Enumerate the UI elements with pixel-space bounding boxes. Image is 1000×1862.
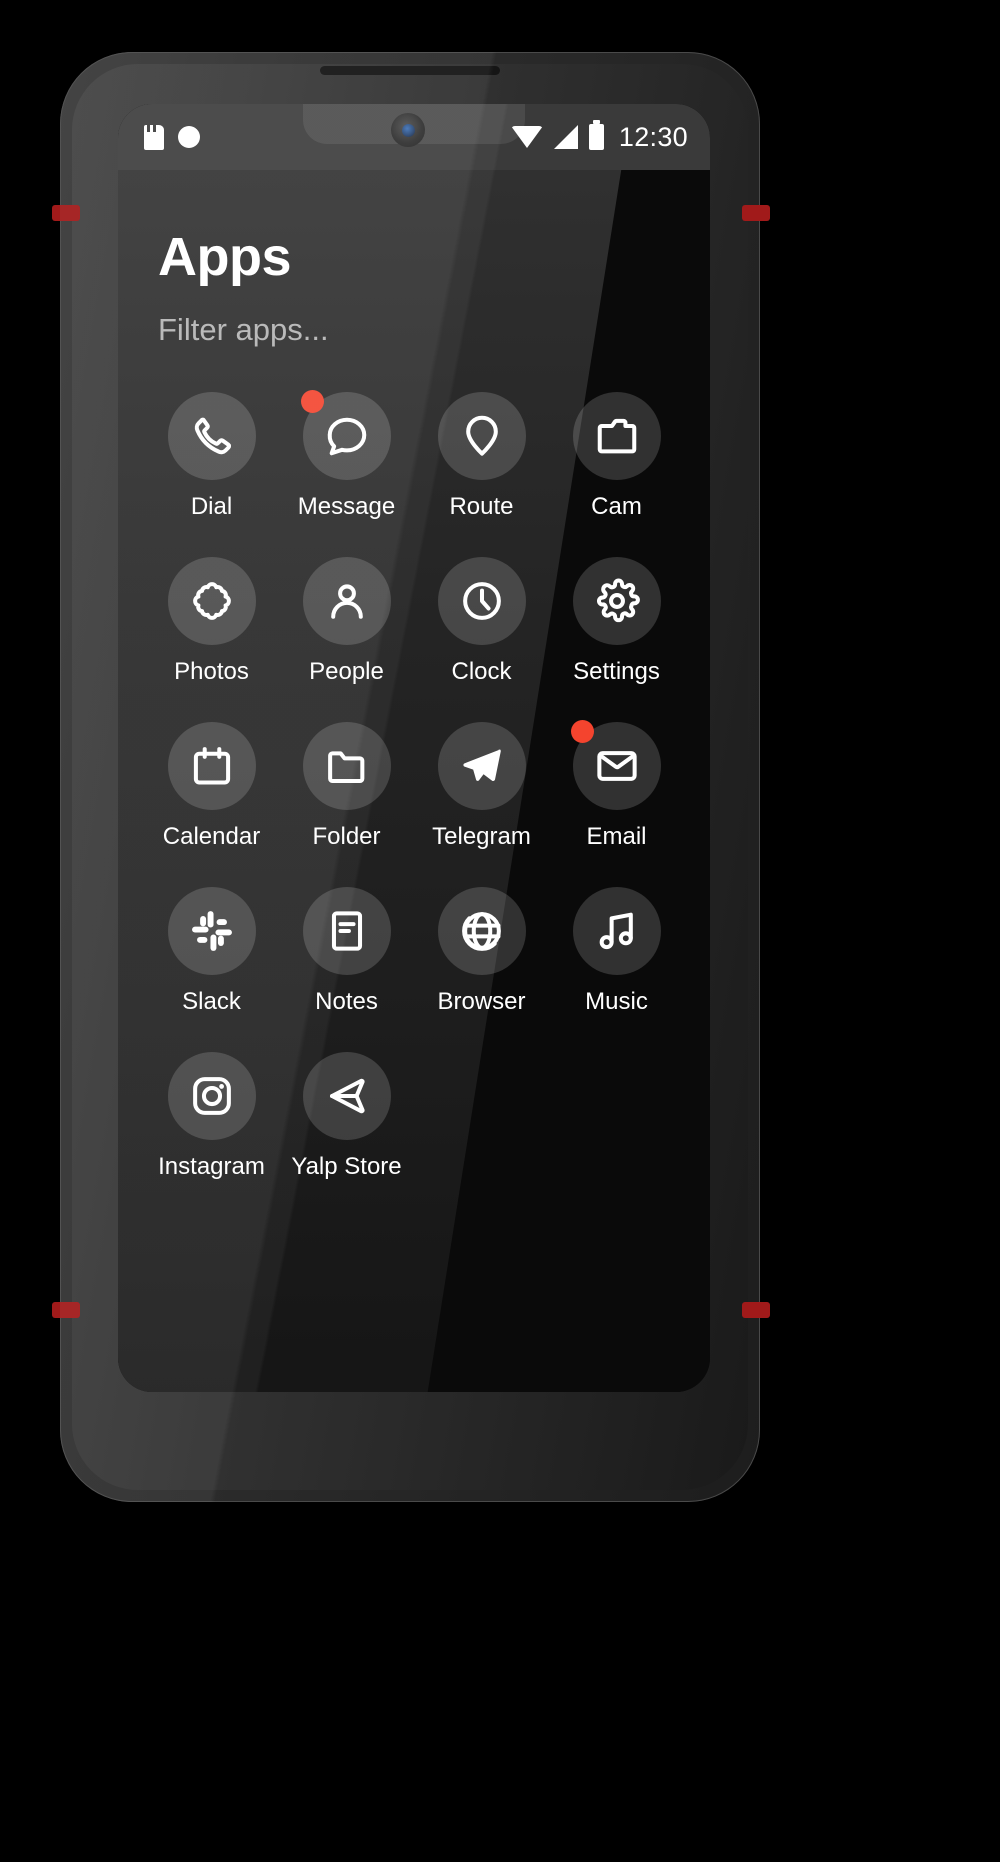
app-tile-photos[interactable]: Photos: [144, 557, 279, 686]
app-icon-wrapper: [167, 887, 256, 975]
side-accent-bottom-left: [52, 1302, 80, 1318]
app-label: Email: [586, 823, 647, 850]
side-accent-top-right: [742, 205, 770, 221]
instagram-icon: [167, 1052, 256, 1140]
play-store-icon: [302, 1052, 391, 1140]
app-label: Slack: [182, 988, 241, 1015]
camera-icon: [572, 392, 661, 480]
gear-icon: [572, 557, 661, 645]
app-icon-wrapper: [437, 722, 526, 810]
wifi-icon: [510, 126, 543, 148]
music-note-icon: [572, 887, 661, 975]
app-label: Message: [297, 493, 396, 520]
app-tile-browser[interactable]: Browser: [414, 887, 549, 1016]
app-label: Instagram: [158, 1153, 265, 1180]
folder-icon: [302, 722, 391, 810]
screenshot-stage: 12:30 Apps Dial Message Route Cam Photos Peop…: [0, 0, 1000, 1862]
phone-screen: 12:30 Apps Dial Message Route Cam Photos Peop…: [118, 104, 710, 1392]
app-tile-notes[interactable]: Notes: [279, 887, 414, 1016]
app-label: Clock: [451, 658, 512, 685]
slack-icon: [167, 887, 256, 975]
app-icon-wrapper: [300, 390, 391, 480]
status-bar-clock: 12:30: [618, 121, 688, 152]
app-label: Browser: [437, 988, 526, 1015]
status-bar-right-icons: 12:30: [510, 120, 688, 153]
app-icon-wrapper: [302, 557, 391, 645]
app-icon-wrapper: [167, 392, 256, 480]
app-icon-wrapper: [302, 1052, 391, 1140]
side-accent-bottom-right: [742, 1302, 770, 1318]
app-icon-wrapper: [167, 557, 256, 645]
flower-icon: [167, 557, 256, 645]
app-drawer: Apps Dial Message Route Cam Photos People Cloc…: [118, 170, 710, 1392]
app-icon-wrapper: [437, 887, 526, 975]
app-grid: Dial Message Route Cam Photos People Clock Sett…: [118, 390, 710, 1181]
calendar-icon: [167, 722, 256, 810]
app-icon-wrapper: [167, 1052, 256, 1140]
front-camera: [391, 113, 425, 147]
map-pin-icon: [437, 392, 526, 480]
filter-apps-input[interactable]: [158, 312, 578, 348]
side-accent-top-left: [52, 205, 80, 221]
person-icon: [302, 557, 391, 645]
app-icon-wrapper: [572, 392, 661, 480]
app-label: Cam: [591, 493, 642, 520]
app-icon-wrapper: [572, 887, 661, 975]
app-icon-wrapper: [437, 392, 526, 480]
page-title: Apps: [158, 227, 292, 287]
sdcard-icon: [144, 124, 164, 150]
app-tile-calendar[interactable]: Calendar: [144, 722, 279, 851]
app-tile-instagram[interactable]: Instagram: [144, 1052, 279, 1181]
earpiece-speaker: [320, 66, 500, 75]
app-icon-wrapper: [437, 557, 526, 645]
app-icon-wrapper: [302, 722, 391, 810]
globe-icon: [437, 887, 526, 975]
app-tile-dial[interactable]: Dial: [144, 392, 279, 521]
app-label: Photos: [174, 658, 249, 685]
app-label: Yalp Store: [291, 1153, 402, 1180]
app-tile-cam[interactable]: Cam: [549, 392, 684, 521]
app-label: Calendar: [162, 823, 261, 850]
notification-badge: [300, 390, 324, 413]
app-label: People: [309, 658, 384, 685]
app-icon-wrapper: [570, 720, 661, 810]
app-tile-telegram[interactable]: Telegram: [414, 722, 549, 851]
app-label: Music: [585, 988, 648, 1015]
record-dot-icon: [178, 126, 200, 148]
app-label: Telegram: [432, 823, 531, 850]
app-tile-yalp-store[interactable]: Yalp Store: [279, 1052, 414, 1181]
app-tile-folder[interactable]: Folder: [279, 722, 414, 851]
app-icon-wrapper: [572, 557, 661, 645]
app-tile-clock[interactable]: Clock: [414, 557, 549, 686]
app-label: Dial: [190, 493, 233, 520]
status-bar-left-icons: [144, 124, 200, 150]
app-label: Settings: [573, 658, 660, 685]
camera-lens: [401, 123, 415, 137]
app-tile-route[interactable]: Route: [414, 392, 549, 521]
phone-icon: [167, 392, 256, 480]
app-icon-wrapper: [167, 722, 256, 810]
cellular-signal-icon: [553, 125, 578, 149]
notification-badge: [570, 720, 594, 743]
note-page-icon: [302, 887, 391, 975]
app-label: Folder: [312, 823, 381, 850]
app-tile-slack[interactable]: Slack: [144, 887, 279, 1016]
app-tile-settings[interactable]: Settings: [549, 557, 684, 686]
clock-icon: [437, 557, 526, 645]
paper-plane-icon: [437, 722, 526, 810]
app-tile-message[interactable]: Message: [279, 390, 414, 521]
app-tile-email[interactable]: Email: [549, 720, 684, 851]
app-icon-wrapper: [302, 887, 391, 975]
app-label: Route: [449, 493, 514, 520]
app-tile-music[interactable]: Music: [549, 887, 684, 1016]
app-label: Notes: [315, 988, 378, 1015]
app-tile-people[interactable]: People: [279, 557, 414, 686]
battery-icon: [588, 120, 604, 150]
